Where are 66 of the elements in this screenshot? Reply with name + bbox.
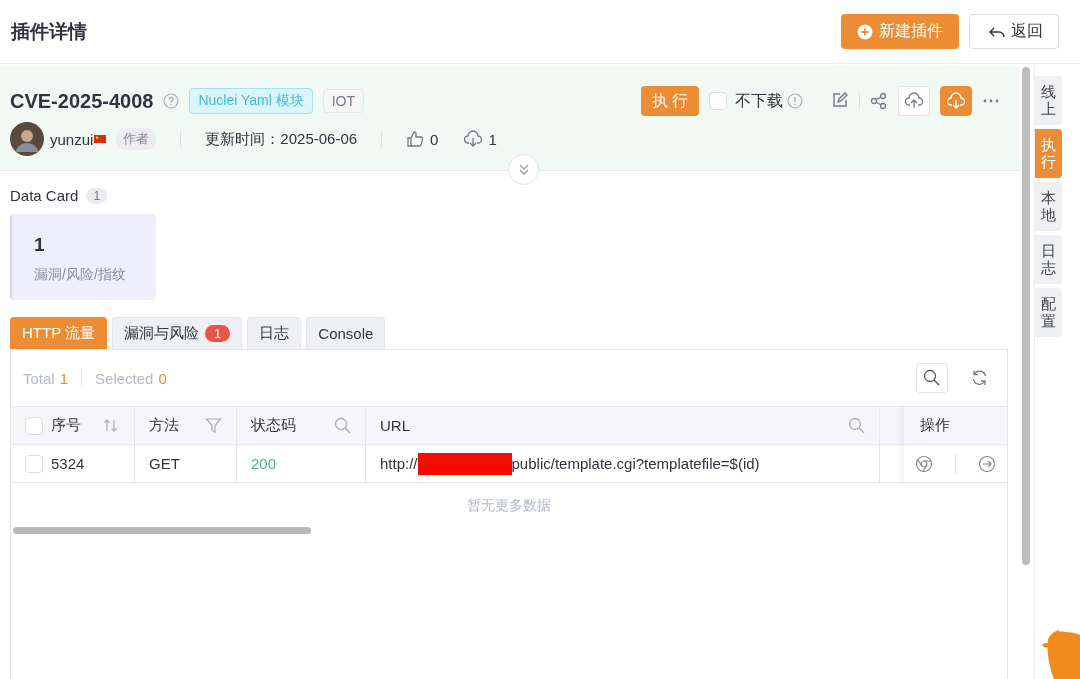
tab[interactable]: 日志 (247, 317, 302, 349)
card-value: 1 (34, 234, 46, 256)
column-header: 状态码 (251, 416, 296, 435)
selected-count: 0 (158, 369, 167, 387)
author-name[interactable]: yunzui (50, 130, 94, 148)
back-button[interactable]: 返回 (969, 14, 1059, 49)
card-label: 漏洞/风险/指纹 (34, 266, 127, 284)
info-icon (787, 93, 803, 109)
plugin-tag: Nuclei Yaml 模块 (189, 88, 313, 114)
side-tab[interactable]: 本地 (1034, 182, 1062, 231)
refresh-icon[interactable] (971, 369, 989, 387)
upload-button[interactable] (898, 86, 930, 116)
side-tab[interactable]: 日志 (1034, 235, 1062, 284)
total-count: 1 (59, 369, 69, 387)
table-cell: GET (149, 455, 180, 472)
cloud-download-icon (947, 92, 965, 110)
arrow-right-icon[interactable] (978, 454, 996, 473)
download-count: 1 (488, 130, 497, 148)
scrollbar[interactable] (1022, 67, 1030, 565)
cloud-upload-icon (905, 92, 923, 110)
search-icon[interactable] (848, 417, 865, 434)
section-title: Data Card (10, 187, 79, 204)
url-text: public/template.cgi?templatefile=$(id) (511, 455, 760, 472)
column-header: 方法 (149, 416, 179, 435)
help-icon[interactable] (163, 93, 180, 109)
tab[interactable]: 漏洞与风险 1 (112, 317, 243, 349)
plus-icon (857, 23, 873, 40)
checkbox[interactable] (709, 92, 727, 110)
side-tab[interactable]: 线上 (1034, 76, 1062, 125)
checkbox-label: 不下载 (735, 90, 783, 111)
checkbox[interactable] (25, 416, 43, 435)
selected-label: Selected (95, 369, 154, 387)
share-icon[interactable] (870, 92, 888, 110)
empty-message: 暂无更多数据 (11, 482, 1007, 515)
tab[interactable]: Console (306, 317, 386, 349)
sort-icon[interactable] (103, 417, 120, 434)
table-cell: 200 (251, 455, 277, 472)
download-button[interactable] (940, 86, 972, 116)
search-icon (923, 369, 941, 387)
like-count: 0 (430, 130, 439, 148)
search-button[interactable] (916, 363, 948, 393)
column-header: 操作 (920, 416, 950, 435)
url-text: http:// (380, 455, 418, 472)
page-title: 插件详情 (11, 19, 87, 44)
plugin-tag: IOT (322, 89, 365, 113)
checkbox[interactable] (25, 454, 43, 473)
browser-icon[interactable] (915, 454, 933, 473)
plugin-name: CVE-2025-4008 (10, 89, 154, 113)
avatar (10, 122, 44, 156)
scrollbar[interactable] (13, 527, 311, 534)
author-badge: 作者 (116, 128, 157, 150)
flag-icon (94, 135, 107, 143)
column-header: 序号 (51, 416, 81, 435)
edit-icon[interactable] (831, 92, 849, 110)
search-icon[interactable] (334, 417, 351, 434)
table-cell: 5324 (51, 455, 85, 472)
count-badge: 1 (205, 325, 231, 342)
cloud-download-icon (464, 130, 483, 148)
filter-icon[interactable] (205, 417, 222, 434)
column-header: URL (380, 417, 410, 434)
count-badge: 1 (86, 187, 108, 204)
total-label: Total (23, 369, 55, 387)
side-tab[interactable]: 配置 (1034, 288, 1062, 337)
expand-button[interactable] (508, 154, 539, 185)
update-time: 更新时间：2025-06-06 (205, 129, 358, 149)
thumbs-up-icon[interactable] (406, 130, 425, 148)
